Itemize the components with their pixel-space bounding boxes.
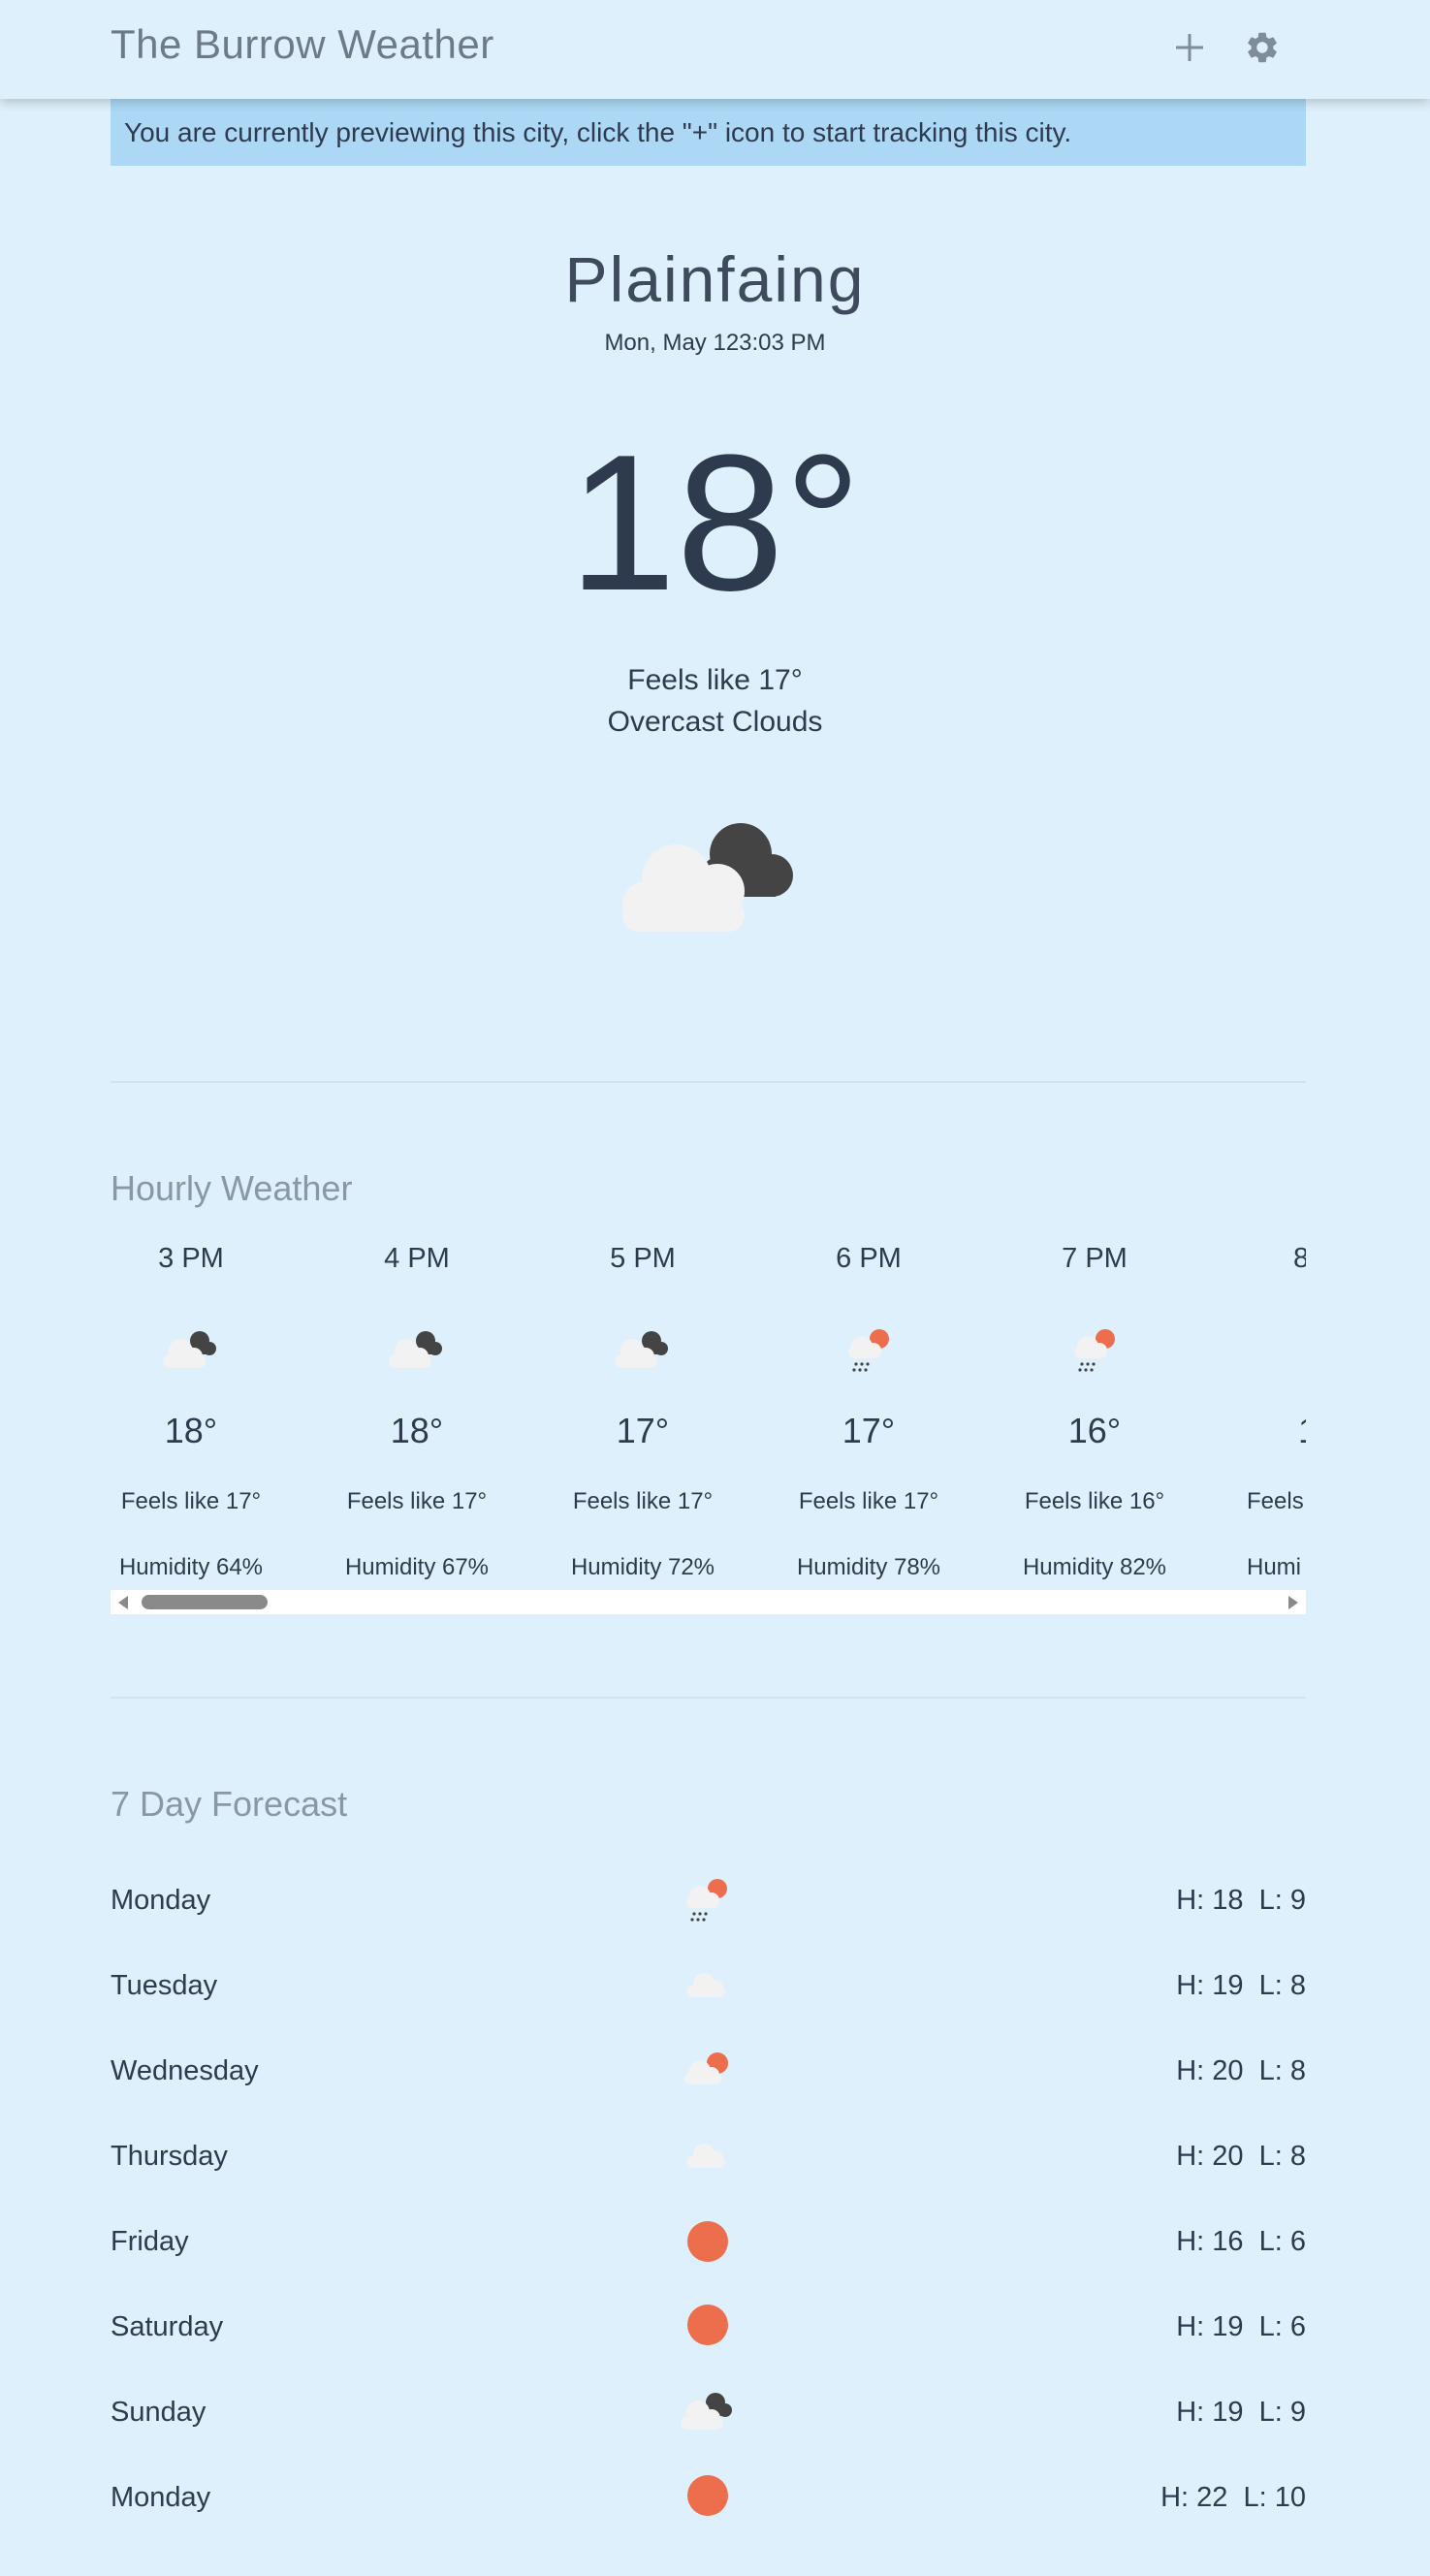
hour-feels: Feels like 17° [120,1488,262,1514]
divider [111,1697,1306,1699]
hour-time: 3 PM [158,1243,224,1274]
hour-temp: 17° [616,1411,670,1450]
hour-temp: 17° [842,1411,896,1450]
forecast-row: Friday H: 16 L: 6 [111,2212,1306,2271]
hourly-title: Hourly Weather [111,1168,353,1208]
sun-icon [687,2221,728,2262]
day-high-low: H: 20 L: 8 [1176,2055,1306,2086]
day-high-low: H: 19 L: 6 [1176,2311,1306,2342]
hour-time: 4 PM [384,1243,450,1274]
overcast-clouds-icon [622,823,793,932]
scroll-thumb[interactable] [142,1595,268,1609]
hour-feels: Feels like 16° [1024,1488,1165,1514]
day-high-low: H: 19 L: 8 [1176,1970,1306,2001]
day-name: Monday [111,1885,211,1916]
hour-feels: Feels like 17° [572,1488,714,1514]
forecast-title: 7 Day Forecast [111,1784,348,1824]
partial-icon [1279,1321,1306,1376]
forecast-row: Saturday H: 19 L: 6 [111,2298,1306,2356]
hour-item: 7 PM 16° Feels like 16° Humidity 82% [1014,1231,1175,1581]
day-name: Thursday [111,2141,228,2172]
forecast-row: Monday H: 18 L: 9 [111,1871,1306,1929]
hour-humidity: Humidity 67% [344,1554,490,1580]
day-high-low: H: 16 L: 6 [1176,2226,1306,2257]
day-high-low: H: 20 L: 8 [1176,2141,1306,2172]
day-name: Wednesday [111,2055,259,2086]
forecast-row: Tuesday H: 19 L: 8 [111,1956,1306,2015]
current-feels-like: Feels like 17° [627,664,803,696]
hour-item: 4 PM 18° Feels like 17° Humidity 67% [336,1231,497,1581]
hour-temp: 18° [390,1411,444,1450]
hour-humidity: Humi [1247,1554,1302,1580]
hour-item: 8 1 Feels Humi [1240,1231,1306,1581]
hour-humidity: Humidity 72% [570,1554,715,1580]
scroll-left-arrow-icon[interactable] [118,1596,128,1609]
scroll-right-arrow-icon[interactable] [1288,1596,1298,1609]
current-weather: Plainfaing Mon, May 123:03 PM [0,242,1430,357]
overcast-clouds-icon [615,1331,668,1368]
cloud-icon [686,1973,725,1997]
hour-temp: 16° [1067,1411,1122,1450]
hour-humidity: Humidity 64% [118,1554,264,1580]
hourly-scrollbar[interactable] [111,1590,1306,1614]
forecast-row: Monday H: 22 L: 10 [111,2468,1306,2527]
city-name: Plainfaing [564,243,866,315]
hour-temp: 1 [1279,1411,1306,1451]
hour-time: 8 [1293,1243,1306,1274]
hourly-list[interactable]: 3 PM 18° Feels like 17° Humidity 64% 4 P… [111,1231,1306,1592]
hour-item: 6 PM 17° Feels like 17° Humidity 78% [788,1231,949,1581]
hour-humidity: Humidity 82% [1022,1554,1167,1580]
app-title: The Burrow Weather [111,21,494,67]
preview-banner: You are currently previewing this city, … [111,99,1306,166]
sun-icon [687,2305,728,2345]
hour-time: 5 PM [610,1243,676,1274]
hour-item: 5 PM 17° Feels like 17° Humidity 72% [562,1231,723,1581]
sun-rain-icon [1074,1329,1115,1372]
forecast-row: Thursday H: 20 L: 8 [111,2127,1306,2185]
day-high-low: H: 22 L: 10 [1160,2482,1306,2513]
hour-feels: Feels [1247,1488,1304,1514]
hour-humidity: Humidity 78% [796,1554,941,1580]
current-datetime: Mon, May 123:03 PM [604,330,826,356]
current-condition: Overcast Clouds [607,706,823,738]
hour-time: 6 PM [836,1243,902,1274]
overcast-clouds-icon [389,1331,442,1368]
sun-icon [687,2475,728,2516]
hour-feels: Feels like 17° [798,1488,939,1514]
hour-temp: 18° [164,1411,218,1450]
day-high-low: H: 18 L: 9 [1176,1885,1306,1916]
day-name: Friday [111,2226,189,2257]
add-city-button[interactable] [1163,21,1216,74]
forecast-row: Sunday H: 19 L: 9 [111,2383,1306,2441]
hour-feels: Feels like 17° [346,1488,488,1514]
day-name: Tuesday [111,1970,218,2001]
current-temperature: 18° [568,415,862,631]
sun-cloud-icon [684,2052,728,2084]
sun-rain-icon [686,1879,727,1922]
app-header: The Burrow Weather [0,0,1430,99]
hour-time: 7 PM [1062,1243,1128,1274]
forecast-row: Wednesday H: 20 L: 8 [111,2042,1306,2100]
settings-button[interactable] [1236,21,1288,74]
overcast-clouds-icon [681,2393,732,2430]
cloud-icon [686,2144,725,2168]
day-name: Sunday [111,2397,207,2428]
divider [111,1081,1306,1083]
day-name: Saturday [111,2311,224,2342]
gear-icon [1248,32,1277,63]
day-name: Monday [111,2482,211,2513]
hour-item: 3 PM 18° Feels like 17° Humidity 64% [111,1231,271,1581]
sun-rain-icon [848,1329,889,1372]
plus-icon [1176,34,1203,61]
overcast-clouds-icon [163,1331,216,1368]
day-high-low: H: 19 L: 9 [1176,2397,1306,2428]
